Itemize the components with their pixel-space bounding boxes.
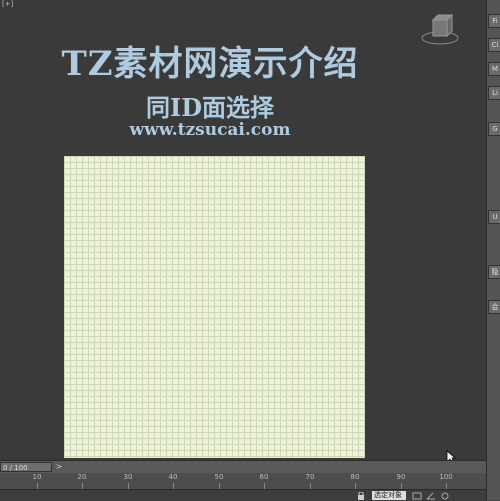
- ruler-label: 80: [350, 473, 360, 481]
- demo-website: www.tzsucai.com: [129, 120, 291, 140]
- panel-item-6[interactable]: 隐: [488, 265, 500, 279]
- panel-item-3[interactable]: Li: [488, 86, 500, 100]
- timeline-ruler[interactable]: 10 20 30 40 50 60 70 80 90 100: [0, 473, 486, 489]
- status-bar: 选定对象: [0, 489, 486, 501]
- ruler-label: 50: [214, 473, 224, 481]
- viewcube-icon[interactable]: [420, 10, 460, 46]
- viewport[interactable]: [+] TZ素材网演示介绍 同ID面选择 www.tzsucai.com: [0, 0, 486, 464]
- ruler-label: 10: [32, 473, 42, 481]
- demo-title: TZ素材网演示介绍: [61, 44, 359, 84]
- ruler-label: 30: [123, 473, 133, 481]
- ruler-label: 60: [259, 473, 269, 481]
- time-slider-thumb[interactable]: 0 / 100: [0, 462, 52, 472]
- panel-item-5[interactable]: U: [488, 210, 500, 224]
- next-frame-button[interactable]: >: [54, 462, 64, 472]
- panel-item-0[interactable]: Fi: [488, 14, 500, 28]
- ruler-label: 70: [305, 473, 315, 481]
- panel-item-4[interactable]: G: [488, 122, 500, 136]
- demo-subtitle: 同ID面选择: [145, 93, 275, 122]
- ruler-label: 90: [396, 473, 406, 481]
- ruler-label: 100: [439, 473, 453, 481]
- time-slider-bar: 0 / 100 >: [0, 460, 486, 473]
- percent-snap-icon[interactable]: [440, 492, 450, 500]
- viewport-label[interactable]: [+]: [2, 0, 13, 8]
- angle-snap-icon[interactable]: [426, 492, 436, 500]
- panel-item-2[interactable]: M: [488, 62, 500, 76]
- command-panel: Fi Ci M Li G U 隐 会: [486, 0, 500, 500]
- ruler-label: 20: [77, 473, 87, 481]
- snap-icon[interactable]: [412, 492, 422, 500]
- ruler-label: 40: [168, 473, 178, 481]
- panel-item-7[interactable]: 会: [488, 300, 500, 314]
- lock-icon[interactable]: [356, 492, 366, 500]
- plane-object[interactable]: [64, 156, 365, 458]
- panel-item-1[interactable]: Ci: [488, 38, 500, 52]
- selection-status-field[interactable]: 选定对象: [372, 491, 406, 500]
